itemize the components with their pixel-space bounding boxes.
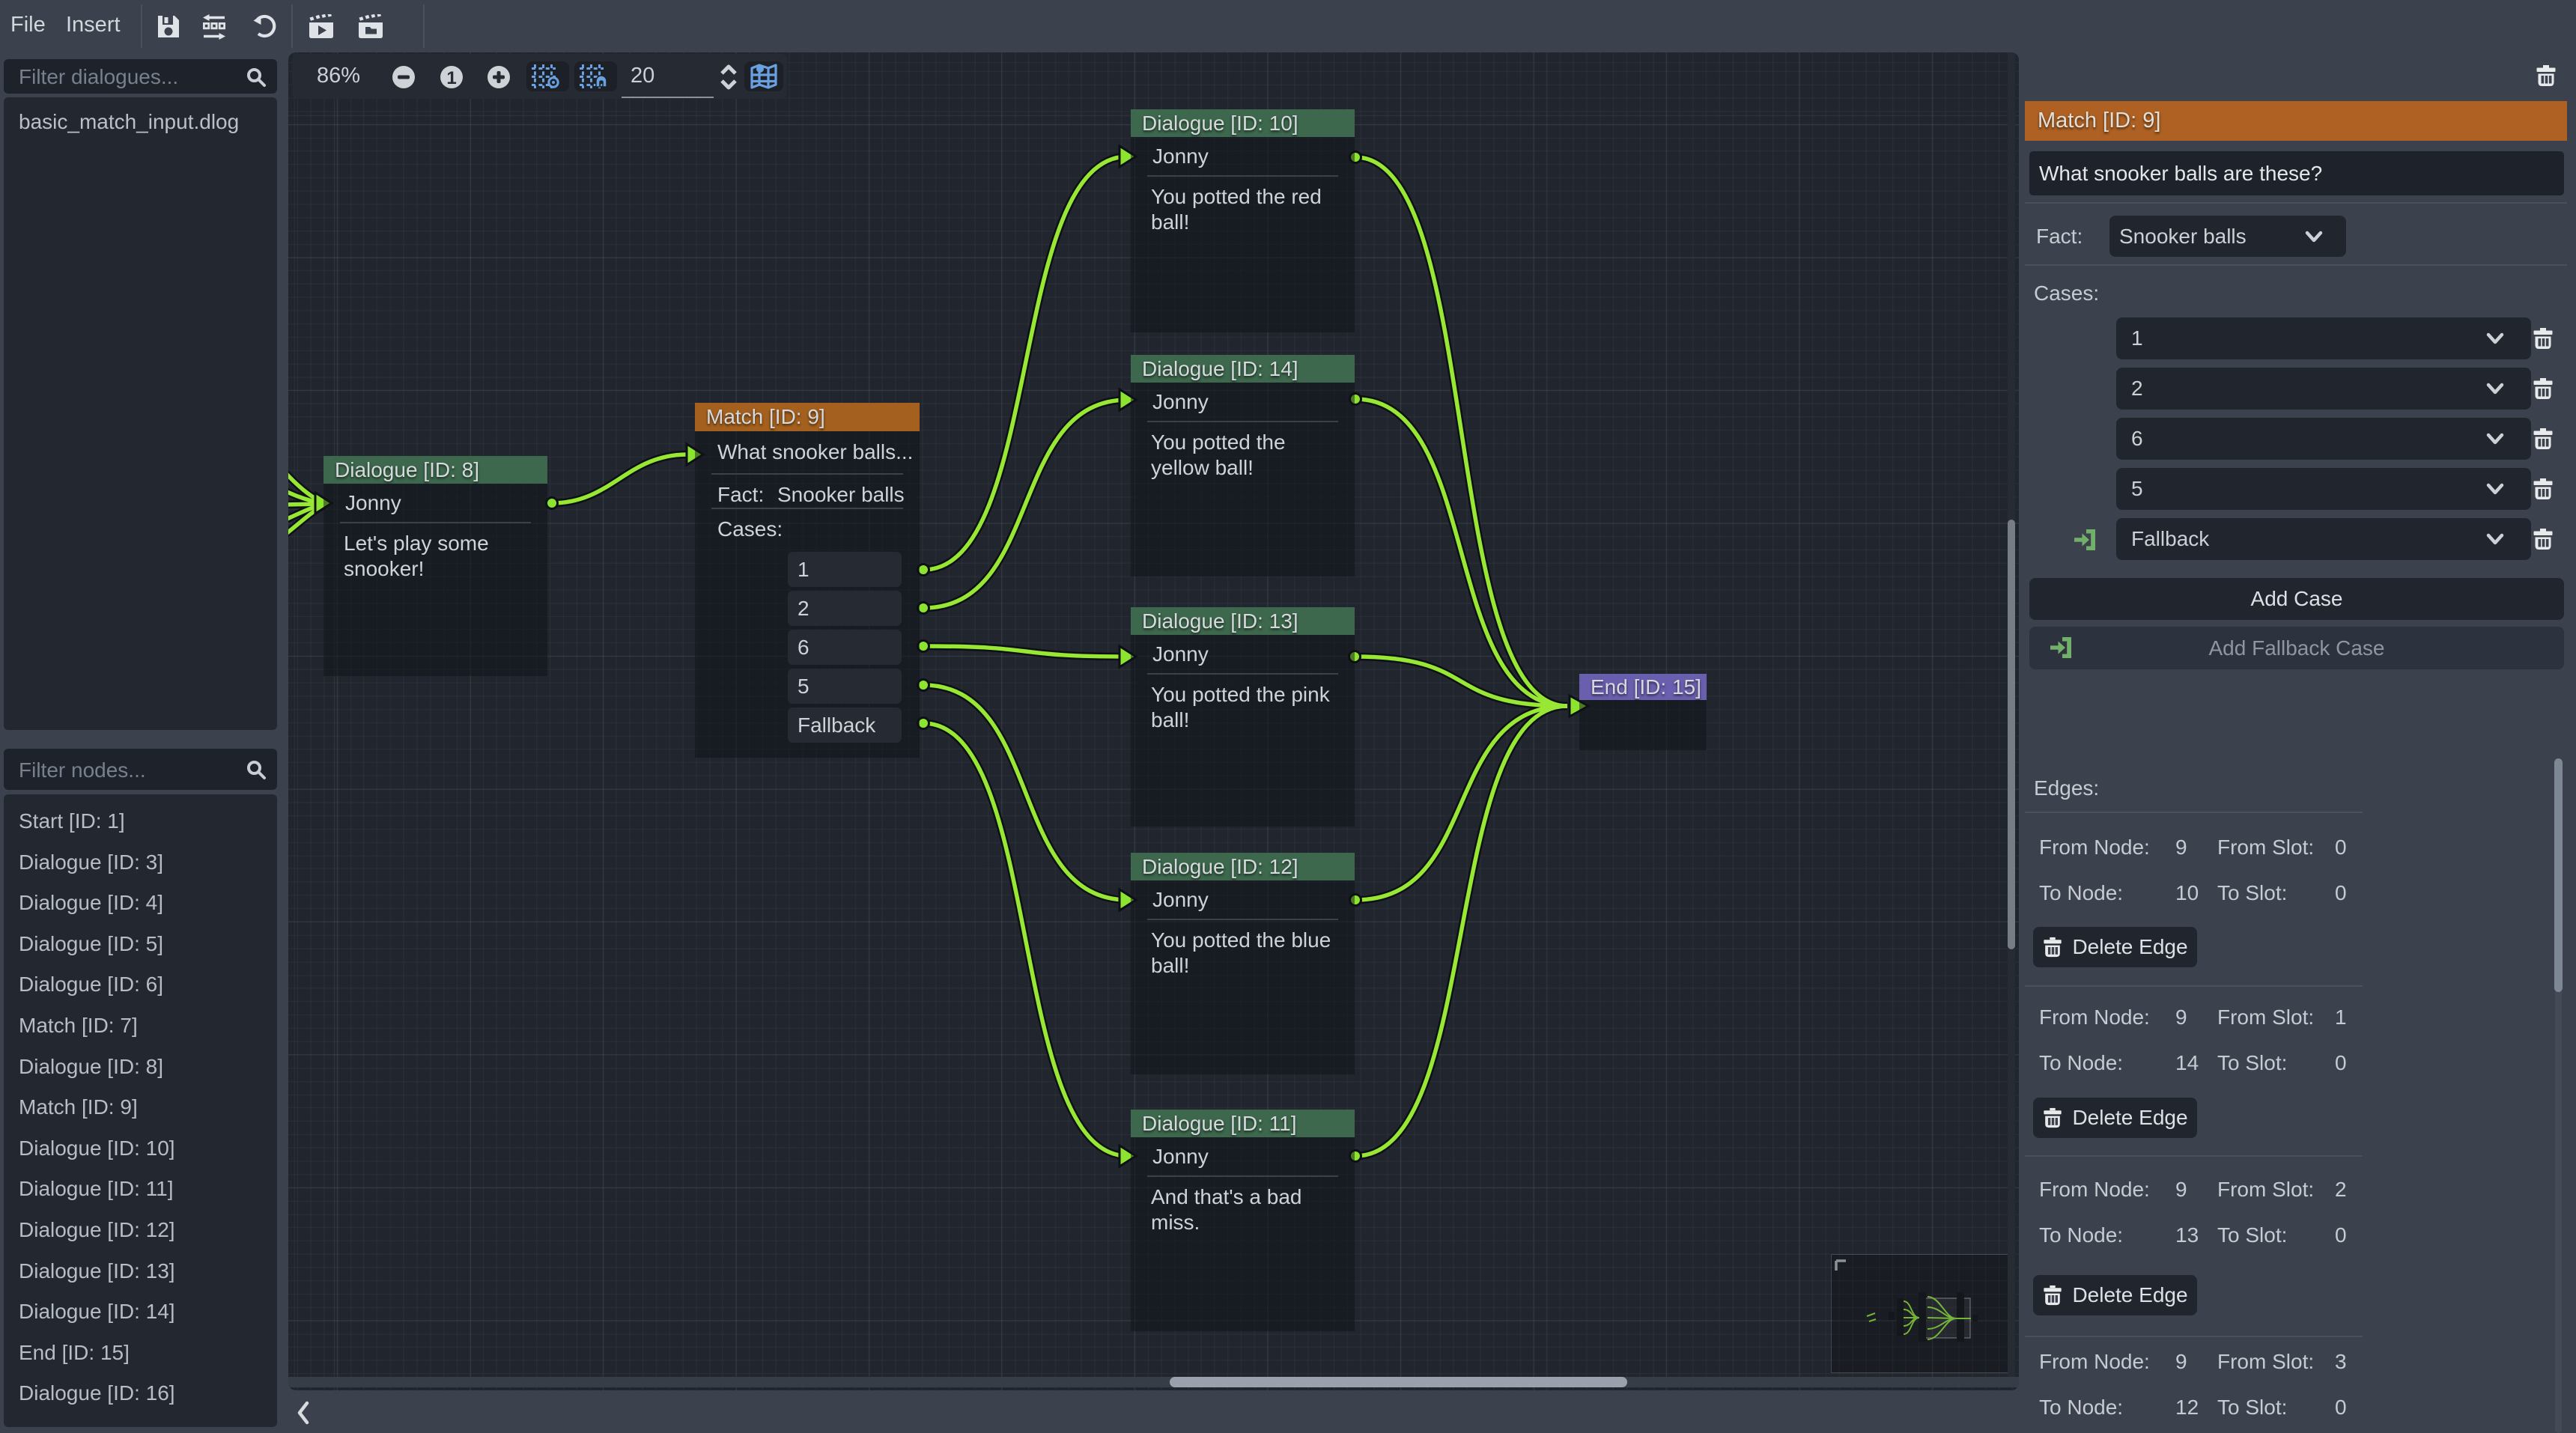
svg-text:1: 1	[446, 68, 456, 88]
